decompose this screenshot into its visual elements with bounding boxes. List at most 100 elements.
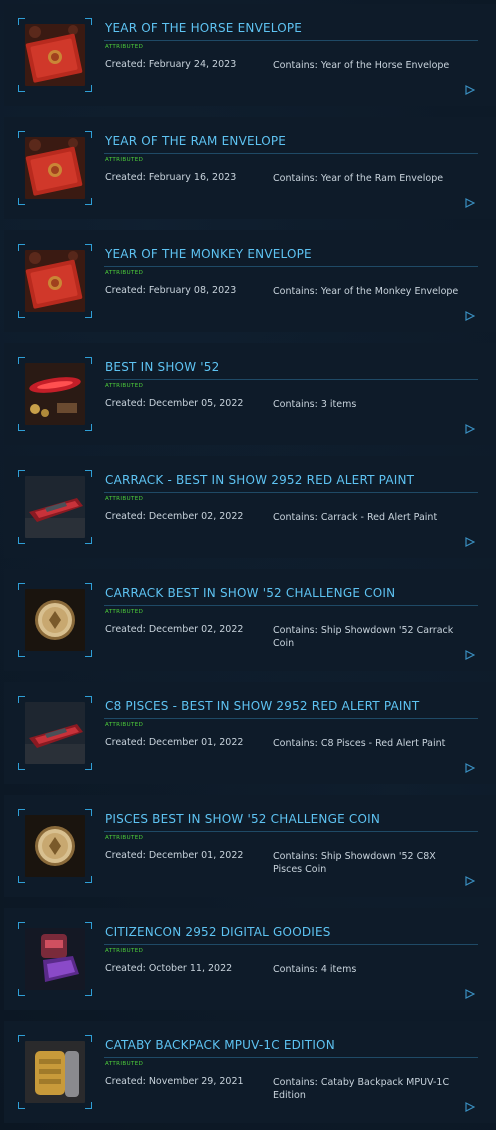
status-badge: ATTRIBUTED xyxy=(105,609,144,615)
frame-corner xyxy=(18,876,25,883)
frame-corner xyxy=(18,357,25,364)
frame-corner xyxy=(18,922,25,929)
frame-corner xyxy=(85,1102,92,1109)
frame-corner xyxy=(85,696,92,703)
frame-corner xyxy=(18,424,25,431)
backpack-icon xyxy=(25,1041,85,1103)
frame-corner xyxy=(18,696,25,703)
thumbnail-frame xyxy=(18,131,92,205)
title-divider xyxy=(104,831,478,832)
frame-corner xyxy=(85,922,92,929)
ship-icon xyxy=(25,476,85,538)
frame-corner xyxy=(85,583,92,590)
list-item[interactable]: YEAR OF THE RAM ENVELOPE ATTRIBUTED Create… xyxy=(4,117,496,219)
item-title[interactable]: CITIZENCON 2952 DIGITAL GOODIES xyxy=(105,925,477,943)
envelope-icon xyxy=(25,24,85,86)
frame-corner xyxy=(85,537,92,544)
frame-corner xyxy=(85,311,92,318)
play-arrow-icon[interactable] xyxy=(465,984,476,999)
envelope-icon xyxy=(25,250,85,312)
status-badge: ATTRIBUTED xyxy=(105,157,144,163)
frame-corner xyxy=(18,989,25,996)
frame-corner xyxy=(18,198,25,205)
list-item[interactable]: CARRACK - BEST IN SHOW 2952 RED ALERT PA… xyxy=(4,456,496,558)
frame-corner xyxy=(18,809,25,816)
play-arrow-icon[interactable] xyxy=(465,645,476,660)
frame-corner xyxy=(18,131,25,138)
list-item[interactable]: CARRACK BEST IN SHOW '52 CHALLENGE COIN A… xyxy=(4,569,496,671)
item-title[interactable]: YEAR OF THE MONKEY ENVELOPE xyxy=(105,247,477,265)
list-item[interactable]: YEAR OF THE MONKEY ENVELOPE ATTRIBUTED Cre… xyxy=(4,230,496,332)
created-date: Created: December 01, 2022 xyxy=(105,850,244,861)
created-date: Created: December 05, 2022 xyxy=(105,398,244,409)
title-divider xyxy=(104,40,478,41)
frame-corner xyxy=(85,1035,92,1042)
list-item[interactable]: PISCES BEST IN SHOW '52 CHALLENGE COIN AT… xyxy=(4,795,496,897)
list-item[interactable]: CATABY BACKPACK MPUV-1C EDITION ATTRIBUTE… xyxy=(4,1021,496,1123)
frame-corner xyxy=(85,809,92,816)
contains-text: Contains: Ship Showdown '52 C8X Pisces C… xyxy=(273,851,436,875)
play-arrow-icon[interactable] xyxy=(465,532,476,547)
item-title[interactable]: YEAR OF THE RAM ENVELOPE xyxy=(105,134,477,152)
item-title[interactable]: CATABY BACKPACK MPUV-1C EDITION xyxy=(105,1038,477,1056)
armor-icon xyxy=(25,928,85,990)
frame-corner xyxy=(85,131,92,138)
contains-text: Contains: Cataby Backpack MPUV-1C Editio… xyxy=(273,1077,450,1101)
item-title[interactable]: CARRACK - BEST IN SHOW 2952 RED ALERT PA… xyxy=(105,473,477,491)
thumbnail-frame xyxy=(18,809,92,883)
item-title[interactable]: BEST IN SHOW '52 xyxy=(105,360,477,378)
status-badge: ATTRIBUTED xyxy=(105,44,144,50)
thumbnail-frame xyxy=(18,1035,92,1109)
play-arrow-icon[interactable] xyxy=(465,80,476,95)
play-arrow-icon[interactable] xyxy=(465,758,476,773)
frame-corner xyxy=(18,537,25,544)
frame-corner xyxy=(85,650,92,657)
frame-corner xyxy=(85,424,92,431)
contains-text: Contains: Carrack - Red Alert Paint xyxy=(273,512,438,523)
status-badge: ATTRIBUTED xyxy=(105,835,144,841)
status-badge: ATTRIBUTED xyxy=(105,948,144,954)
play-arrow-icon[interactable] xyxy=(465,193,476,208)
frame-corner xyxy=(85,989,92,996)
coin-icon xyxy=(25,589,85,651)
thumbnail-frame xyxy=(18,696,92,770)
thumbnail-frame xyxy=(18,18,92,92)
frame-corner xyxy=(85,876,92,883)
created-date: Created: February 16, 2023 xyxy=(105,172,237,183)
contains-text: Contains: Year of the Horse Envelope xyxy=(273,60,450,71)
list-item[interactable]: C8 PISCES - BEST IN SHOW 2952 RED ALERT … xyxy=(4,682,496,784)
frame-corner xyxy=(85,85,92,92)
envelope-icon xyxy=(25,137,85,199)
thumbnail-frame xyxy=(18,470,92,544)
list-item[interactable]: YEAR OF THE HORSE ENVELOPE ATTRIBUTED Crea… xyxy=(4,4,496,106)
play-arrow-icon[interactable] xyxy=(465,419,476,434)
item-title[interactable]: C8 PISCES - BEST IN SHOW 2952 RED ALERT … xyxy=(105,699,477,717)
play-arrow-icon[interactable] xyxy=(465,1097,476,1112)
frame-corner xyxy=(18,763,25,770)
item-title[interactable]: YEAR OF THE HORSE ENVELOPE xyxy=(105,21,477,39)
frame-corner xyxy=(18,244,25,251)
frame-corner xyxy=(18,311,25,318)
frame-corner xyxy=(85,357,92,364)
thumbnail-frame xyxy=(18,244,92,318)
play-arrow-icon[interactable] xyxy=(465,306,476,321)
contains-text: Contains: 4 items xyxy=(273,964,357,975)
contains-text: Contains: 3 items xyxy=(273,399,357,410)
list-item[interactable]: CITIZENCON 2952 DIGITAL GOODIES ATTRIBUTE… xyxy=(4,908,496,1010)
list-item[interactable]: BEST IN SHOW '52 ATTRIBUTED Created: Decem… xyxy=(4,343,496,445)
item-title[interactable]: PISCES BEST IN SHOW '52 CHALLENGE COIN xyxy=(105,812,477,830)
title-divider xyxy=(104,605,478,606)
frame-corner xyxy=(85,470,92,477)
created-date: Created: February 24, 2023 xyxy=(105,59,237,70)
title-divider xyxy=(104,153,478,154)
frame-corner xyxy=(18,1035,25,1042)
status-badge: ATTRIBUTED xyxy=(105,383,144,389)
title-divider xyxy=(104,718,478,719)
created-date: Created: October 11, 2022 xyxy=(105,963,233,974)
item-title[interactable]: CARRACK BEST IN SHOW '52 CHALLENGE COIN xyxy=(105,586,477,604)
play-arrow-icon[interactable] xyxy=(465,871,476,886)
thumbnail-frame xyxy=(18,583,92,657)
status-badge: ATTRIBUTED xyxy=(105,722,144,728)
title-divider xyxy=(104,266,478,267)
status-badge: ATTRIBUTED xyxy=(105,496,144,502)
